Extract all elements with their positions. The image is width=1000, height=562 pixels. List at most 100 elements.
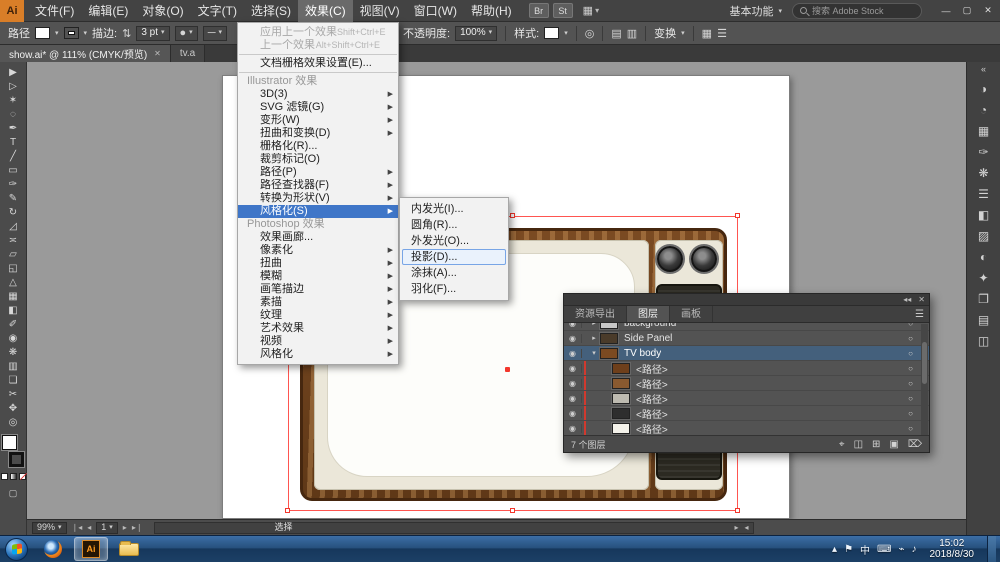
menubar-item[interactable]: 文字(T) [191,0,244,22]
stroke-stepper-icon[interactable]: ⇅ [122,27,131,40]
hidden-icons-icon[interactable]: ▴ [832,544,837,555]
app-badge-button[interactable]: St [553,3,573,18]
artboard-tool[interactable]: ❏ [1,373,26,387]
menu-item[interactable]: 像素化 ▶ [238,244,398,257]
network-icon[interactable]: ⌁ [898,544,904,555]
target-circle-icon[interactable]: ○ [908,349,917,358]
visibility-eye-icon[interactable]: ◉ [564,334,582,343]
transform-label[interactable]: 变换 [654,25,676,41]
fill-indicator[interactable] [2,435,17,450]
locate-object-icon[interactable]: ⌖ [839,439,845,450]
submenu-item[interactable]: 羽化(F)... [402,281,506,297]
status-hint-field[interactable]: 选择 ▸ ◂ [154,522,754,534]
artboards-panel-icon[interactable]: ▤ [971,309,997,330]
collapse-panel-icon[interactable]: ◂◂ [903,294,911,306]
selection-handle[interactable] [510,213,515,218]
target-circle-icon[interactable]: ○ [908,424,917,433]
submenu-item[interactable]: 内发光(I)... [402,201,506,217]
tab-close-icon[interactable]: ✕ [154,49,161,58]
menubar-item[interactable]: 效果(C) [298,0,353,22]
start-button[interactable] [5,538,28,561]
menu-item[interactable]: 画笔描边 ▶ [238,283,398,296]
layer-name[interactable]: <路径> [636,391,668,406]
rotate-tool[interactable]: ↻ [1,205,26,219]
distribute-icon[interactable]: ▥ [627,27,637,40]
scrollbar-thumb[interactable] [922,342,927,384]
visibility-eye-icon[interactable]: ◉ [564,364,582,373]
symbols-panel-icon[interactable]: ❋ [971,162,997,183]
taskbar-clock[interactable]: 15:02 2018/8/30 [924,538,981,560]
column-graph-tool[interactable]: ▥ [1,359,26,373]
document-tab-show[interactable]: show.ai* @ 111% (CMYK/预览) ✕ [0,45,171,62]
expand-panels-icon[interactable]: « [981,64,986,78]
panel-menu-icon[interactable]: ☰ [915,306,924,323]
align-icon[interactable]: ▤ [611,27,621,40]
menu-item[interactable]: 应用上一个效果 Shift+Ctrl+E [238,26,398,39]
menubar-item[interactable]: 文件(F) [28,0,81,22]
volume-icon[interactable]: ♪ [912,544,917,555]
stroke-color-swatch[interactable] [64,27,79,39]
menu-item[interactable]: 风格化(S) ▶ [238,205,398,218]
submenu-item[interactable]: 外发光(O)... [402,233,506,249]
selection-handle[interactable] [510,508,515,513]
menu-item[interactable] [239,72,397,73]
layer-name[interactable]: <路径> [636,421,668,436]
taskbar-explorer-button[interactable] [112,537,146,561]
visibility-eye-icon[interactable]: ◉ [564,424,582,433]
next-artboard-button[interactable]: ▸ [123,523,127,532]
menubar-item[interactable]: 窗口(W) [407,0,464,22]
restore-button[interactable]: ▢ [957,2,977,20]
menu-item[interactable]: 效果画廊... [238,231,398,244]
layer-row[interactable]: ◉ ▸ Side Panel ○ [564,331,929,346]
style-swatch[interactable] [544,27,559,39]
minimize-button[interactable]: — [936,2,956,20]
panel-scrollbar[interactable] [921,324,928,436]
hand-tool[interactable]: ✥ [1,401,26,415]
visibility-eye-icon[interactable]: ◉ [564,323,582,328]
status-prev-icon[interactable]: ◂ [745,522,749,533]
layer-name[interactable]: <路径> [636,376,668,391]
previous-artboard-button[interactable]: ◂ [87,523,91,532]
layer-row[interactable]: ◉ <路径> ○ [564,421,929,436]
fill-color-swatch[interactable] [35,27,50,39]
action-center-icon[interactable]: ⚑ [844,544,853,555]
menu-item[interactable]: Photoshop 效果 [238,218,398,231]
type-tool[interactable]: T [1,135,26,149]
menubar-item[interactable]: 视图(V) [353,0,407,22]
menu-item[interactable]: 纹理 ▶ [238,309,398,322]
expand-arrow-icon[interactable]: ▸ [588,323,600,327]
layer-row[interactable]: ◉ ▾ TV body ○ ■ [564,346,929,361]
selection-tool[interactable]: ▶ [1,65,26,79]
layer-name[interactable]: <路径> [636,406,668,421]
menu-item[interactable]: 扭曲 ▶ [238,257,398,270]
opacity-value[interactable]: 100% ▾ [455,26,497,41]
color-panel-icon[interactable]: ◑ [971,78,997,99]
slice-tool[interactable]: ✂ [1,387,26,401]
visibility-eye-icon[interactable]: ◉ [564,394,582,403]
target-circle-icon[interactable]: ○ [908,364,917,373]
status-next-icon[interactable]: ▸ [735,522,739,533]
mesh-tool[interactable]: ▦ [1,289,26,303]
stroke-weight-value[interactable]: 3 pt ▾ [136,26,169,41]
visibility-eye-icon[interactable]: ◉ [564,379,582,388]
width-tool[interactable]: ≍ [1,233,26,247]
show-desktop-button[interactable] [987,536,996,562]
taskbar-firefox-button[interactable] [36,537,70,561]
submenu-item[interactable]: 圆角(R)... [402,217,506,233]
document-tab-tv[interactable]: tv.a [171,45,205,62]
layer-row[interactable]: ◉ <路径> ○ [564,361,929,376]
screen-mode-button[interactable]: ▢ [0,488,26,499]
direct-selection-tool[interactable]: ▷ [1,79,26,93]
panel-options-icon[interactable]: ☰ [717,27,727,40]
zoom-tool[interactable]: ◎ [1,415,26,429]
target-circle-icon[interactable]: ○ [908,379,917,388]
new-layer-icon[interactable]: ▣ [889,439,898,450]
app-badge-button[interactable]: Br [529,3,549,18]
menu-item[interactable] [239,54,397,55]
symbol-sprayer-tool[interactable]: ❋ [1,345,26,359]
submenu-item[interactable]: 投影(D)... [402,249,506,265]
layer-name[interactable]: <路径> [636,361,668,376]
expand-arrow-icon[interactable]: ▾ [588,349,600,357]
panel-tab[interactable]: 画板 [670,306,713,322]
color-guide-panel-icon[interactable]: ◔ [971,99,997,120]
